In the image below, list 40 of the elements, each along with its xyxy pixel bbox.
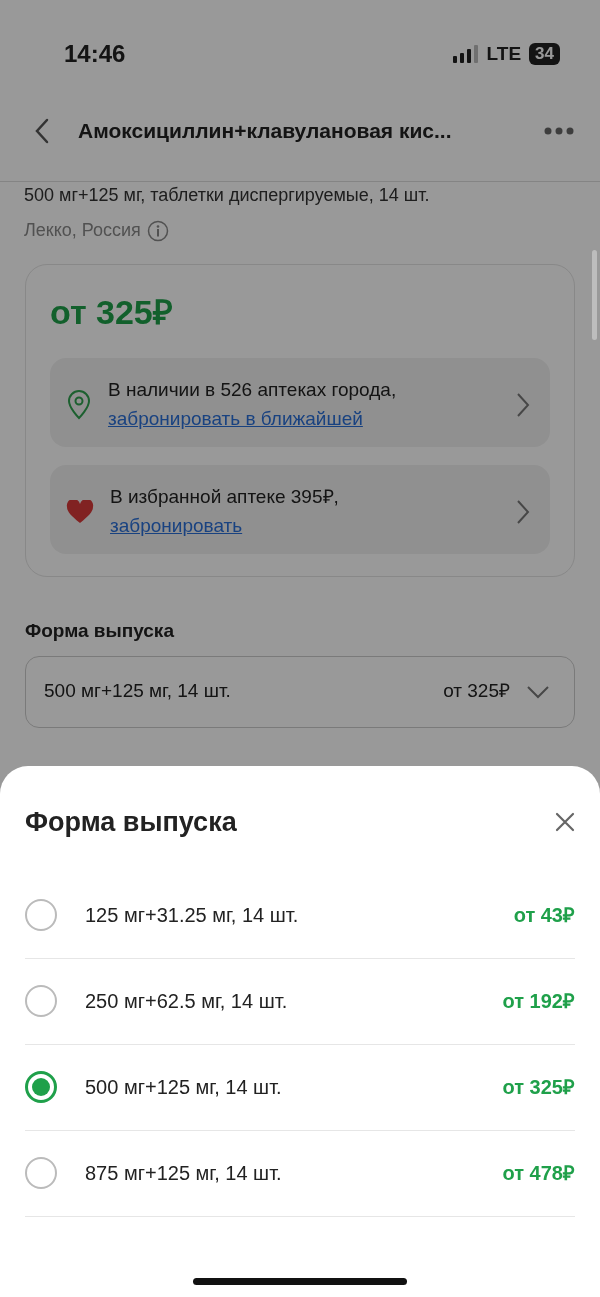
chevron-right-icon <box>516 391 530 418</box>
offer-row[interactable]: В наличии в 526 аптеках города, забронировать в ближайшей <box>50 358 550 447</box>
release-form-select[interactable]: 500 мг+125 мг, 14 шт. от 325₽ <box>25 655 575 728</box>
network-label: LTE <box>486 41 522 66</box>
location-pin-icon <box>66 389 92 420</box>
offer-text: В наличии в 526 аптеках города, <box>108 378 398 402</box>
option-label: 250 мг+62.5 мг, 14 шт. <box>85 989 288 1014</box>
option-price: от 43₽ <box>513 903 575 928</box>
option-row[interactable]: 500 мг+125 мг, 14 шт. от 325₽ <box>25 1044 575 1131</box>
option-row[interactable]: 125 мг+31.25 мг, 14 шт. от 43₽ <box>25 872 575 959</box>
price-text: от 325₽ <box>50 292 174 333</box>
option-label: 500 мг+125 мг, 14 шт. <box>85 1075 282 1100</box>
option-price: от 325₽ <box>502 1075 575 1100</box>
heart-icon <box>66 499 94 524</box>
page-title: Амоксициллин+клавулановая кис... <box>78 117 453 144</box>
radio-button[interactable] <box>25 1157 57 1189</box>
section-label: Форма выпуска <box>25 619 175 643</box>
radio-button[interactable] <box>25 985 57 1017</box>
radio-button[interactable] <box>25 1071 57 1103</box>
option-row[interactable]: 250 мг+62.5 мг, 14 шт. от 192₽ <box>25 958 575 1045</box>
chevron-down-icon <box>526 684 550 699</box>
option-price: от 192₽ <box>502 989 575 1014</box>
option-label: 125 мг+31.25 мг, 14 шт. <box>85 903 299 928</box>
chevron-right-icon <box>516 498 530 525</box>
battery-level: 34 <box>529 43 560 65</box>
offer-text: В избранной аптеке 395₽, <box>110 485 340 509</box>
info-icon[interactable] <box>146 219 169 242</box>
option-price: от 478₽ <box>502 1161 575 1186</box>
close-icon[interactable] <box>555 812 575 833</box>
option-row[interactable]: 875 мг+125 мг, 14 шт. от 478₽ <box>25 1130 575 1217</box>
radio-button[interactable] <box>25 899 57 931</box>
manufacturer-text: Лекко, Россия <box>24 219 141 242</box>
offer-row[interactable]: В избранной аптеке 395₽, забронировать <box>50 465 550 554</box>
back-icon[interactable] <box>34 117 50 144</box>
option-label: 875 мг+125 мг, 14 шт. <box>85 1161 282 1186</box>
signal-icon <box>452 45 479 63</box>
dosage-text: 500 мг+125 мг, таблетки диспергируемые, 14 шт. <box>24 184 431 207</box>
sheet-title: Форма выпуска <box>25 806 237 839</box>
status-time: 14:46 <box>64 39 126 69</box>
more-icon[interactable] <box>544 126 574 135</box>
